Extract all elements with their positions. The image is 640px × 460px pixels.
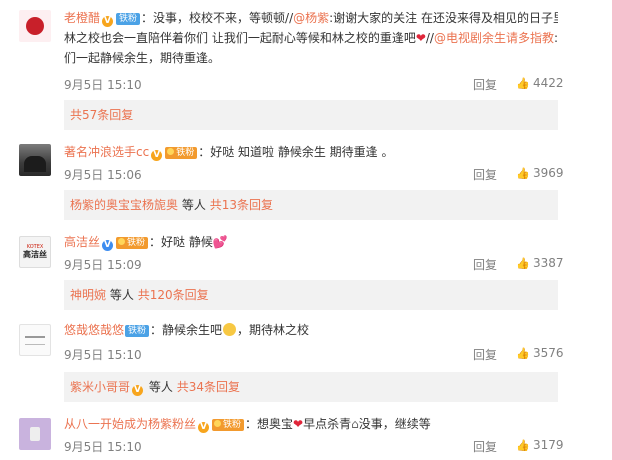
reply-user-link[interactable]: 紫米小哥哥	[70, 380, 130, 394]
comment-text: ：没事，校校不来，等顿顿//	[141, 11, 294, 25]
comment-meta: 9月5日 15:06 回复 👍 3969	[64, 166, 564, 182]
comment-text: 们一起静候余生，期待重逢。	[64, 51, 221, 65]
comment-meta: 9月5日 15:10 回复 👍 3576	[64, 346, 564, 362]
timestamp: 9月5日 15:10	[64, 440, 142, 454]
comment-text-line: 著名冲浪选手cc V 铁粉 ：好哒 知道啦 静候余生 期待重逢 。	[64, 142, 558, 162]
comment-text-line: 们一起静候余生，期待重逢。	[64, 48, 558, 68]
comment-text-line: 林之校也会一直陪伴着你们 让我们一起耐心等候和林之校的重逢吧❤//@电视剧余生请…	[64, 28, 558, 48]
crying-face-icon	[223, 323, 237, 336]
timestamp: 9月5日 15:09	[64, 258, 142, 272]
thumbs-up-icon[interactable]: 👍	[516, 347, 530, 360]
sub-replies: 杨紫的奥宝宝杨旎奥 等人 共13条回复	[64, 190, 558, 220]
mention-link[interactable]: @电视剧余生请多指教	[434, 31, 554, 45]
more-replies-link[interactable]: 共13条回复	[210, 198, 273, 212]
comment-list: 老橙醋 V 铁粉 ：没事，校校不来，等顿顿//@杨紫:谢谢大家的关注 在还没来得及相见…	[0, 0, 612, 460]
others-label: 等人	[181, 198, 206, 212]
sub-replies: 神明婉 等人 共120条回复	[64, 280, 558, 310]
thumbs-up-icon[interactable]: 👍	[516, 439, 530, 452]
fan-level-badge[interactable]: 铁粉	[212, 419, 245, 431]
avatar[interactable]: KOTEX 高洁丝	[19, 236, 51, 268]
like-count[interactable]: 3969	[533, 166, 564, 180]
fan-level-badge[interactable]: 铁粉	[165, 147, 198, 159]
fan-level-badge[interactable]: 铁粉	[116, 237, 149, 249]
fan-ring-icon	[167, 148, 175, 155]
fan-badge[interactable]: 铁粉	[125, 325, 150, 337]
comment-text: ，期待林之校	[237, 323, 310, 337]
comment-text: ：好哒 静候	[149, 235, 213, 249]
comment-text: 早点杀青	[303, 417, 352, 431]
hearts-icon: 💕	[212, 235, 228, 249]
comment-text-line: 高洁丝 V 铁粉 ：好哒 静候💕	[64, 232, 558, 252]
username[interactable]: 从八一开始成为杨紫粉丝	[64, 417, 196, 431]
verified-icon: V	[132, 385, 144, 396]
sub-replies: 紫米小哥哥 V 等人 共34条回复	[64, 372, 558, 402]
reply-button[interactable]: 回复	[473, 256, 497, 273]
like-count[interactable]: 3179	[533, 438, 564, 452]
like-count[interactable]: 4422	[533, 76, 564, 90]
reply-button[interactable]: 回复	[473, 76, 497, 93]
fan-ring-icon	[118, 238, 126, 245]
fan-ring-icon	[214, 420, 222, 427]
comment-text: //	[425, 31, 434, 45]
page-side-background	[612, 0, 640, 460]
reply-button[interactable]: 回复	[473, 346, 497, 363]
others-label: 等人	[109, 288, 134, 302]
comment-text: :谢谢大家的关注 在还没来得及相见的日子里	[329, 11, 558, 25]
timestamp: 9月5日 15:10	[64, 348, 142, 362]
comment-text: 林之校也会一直陪伴着你们 让我们一起耐心等候和林之校的重逢吧	[64, 31, 416, 45]
calligraphy-icon	[25, 335, 45, 345]
reply-button[interactable]: 回复	[473, 166, 497, 183]
comment-meta: 9月5日 15:10 回复 👍 4422	[64, 76, 564, 92]
like-count[interactable]: 3576	[533, 346, 564, 360]
small-heart-icon: ❤	[293, 417, 304, 431]
thumbs-up-icon[interactable]: 👍	[516, 77, 530, 90]
thumbs-up-icon[interactable]: 👍	[516, 167, 530, 180]
comment-text-line: 从八一开始成为杨紫粉丝 V 铁粉 ：想奥宝❤早点杀青⌂没事，继续等	[64, 414, 558, 434]
more-replies-link[interactable]: 共34条回复	[177, 380, 240, 394]
timestamp: 9月5日 15:06	[64, 168, 142, 182]
avatar[interactable]	[19, 10, 51, 42]
more-replies-link[interactable]: 共120条回复	[138, 288, 209, 302]
mention-link[interactable]: @杨紫	[293, 11, 329, 25]
username[interactable]: 高洁丝	[64, 235, 100, 249]
username[interactable]: 悠哉悠哉悠	[64, 323, 124, 337]
thumbs-up-icon[interactable]: 👍	[516, 257, 530, 270]
username[interactable]: 老橙醋	[64, 11, 100, 25]
comment-text: ：静候余生吧	[150, 323, 223, 337]
reply-user-link[interactable]: 神明婉	[70, 288, 106, 302]
avatar-brand-text: 高洁丝	[23, 250, 47, 259]
comment-text: :我	[554, 31, 558, 45]
comment-text-line: 悠哉悠哉悠 铁粉 ：静候余生吧 ，期待林之校	[64, 320, 558, 340]
avatar-figure-icon	[30, 427, 40, 441]
verified-icon: V	[151, 150, 163, 161]
sub-replies: 共57条回复	[64, 100, 558, 130]
avatar[interactable]	[19, 324, 51, 356]
reply-user-link[interactable]: 杨紫的奥宝宝杨旎奥	[70, 198, 178, 212]
comment-meta: 9月5日 15:09 回复 👍 3387	[64, 256, 564, 272]
comment-text: ：好哒 知道啦 静候余生 期待重逢 。	[198, 145, 394, 159]
comment-text: ：想奥宝	[245, 417, 294, 431]
house-icon: ⌂	[351, 417, 359, 431]
silhouette-icon	[24, 156, 46, 172]
comment-text: 没事，继续等	[358, 417, 431, 431]
heart-icon: ❤	[415, 31, 426, 45]
verified-icon: V	[102, 240, 114, 251]
avatar[interactable]	[19, 144, 51, 176]
fan-badge[interactable]: 铁粉	[116, 13, 141, 25]
more-replies-link[interactable]: 共57条回复	[70, 108, 133, 122]
comment-meta: 9月5日 15:10 回复 👍 3179	[64, 438, 564, 454]
comment-text-line: 老橙醋 V 铁粉 ：没事，校校不来，等顿顿//@杨紫:谢谢大家的关注 在还没来得及相见…	[64, 8, 558, 28]
seal-logo-icon	[26, 17, 44, 35]
others-label: 等人	[148, 380, 173, 394]
verified-icon: V	[198, 422, 210, 433]
timestamp: 9月5日 15:10	[64, 78, 142, 92]
avatar[interactable]	[19, 418, 51, 450]
verified-icon: V	[102, 16, 114, 27]
reply-button[interactable]: 回复	[473, 438, 497, 455]
like-count[interactable]: 3387	[533, 256, 564, 270]
username[interactable]: 著名冲浪选手cc	[64, 145, 149, 159]
